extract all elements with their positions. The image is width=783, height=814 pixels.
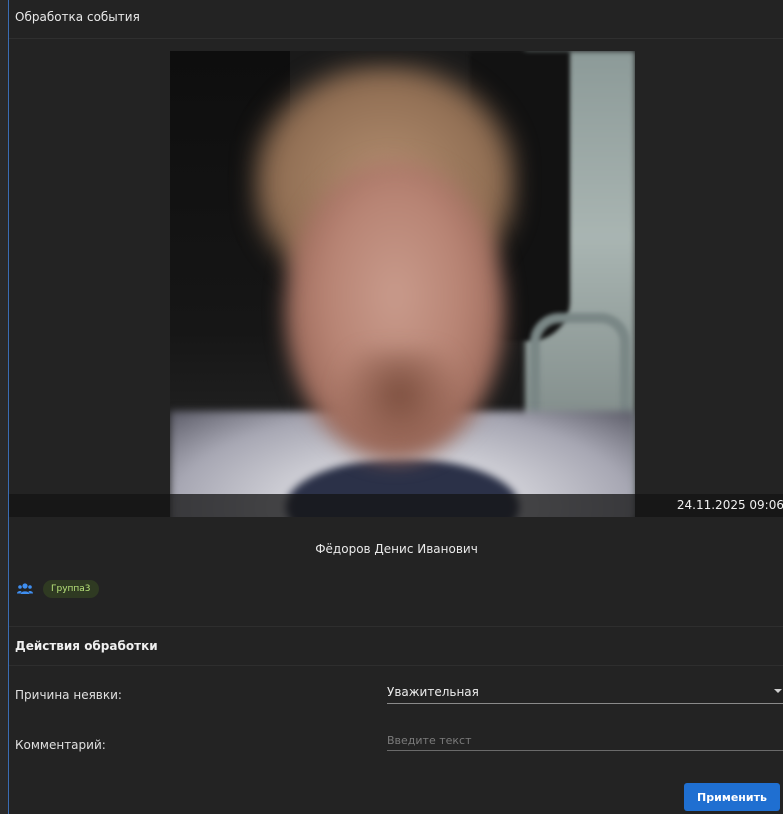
event-photo[interactable] [170, 51, 635, 517]
actions-title: Действия обработки [15, 639, 158, 653]
divider [9, 665, 783, 666]
person-name: Фёдоров Денис Иванович [315, 542, 478, 556]
group-row: Группа3 [17, 578, 99, 600]
comment-label: Комментарий: [15, 738, 106, 752]
left-gutter [0, 0, 8, 814]
timestamp-bar: 24.11.2025 09:06 [9, 494, 783, 517]
event-processing-panel: Обработка события 24.11.2025 09:06 Фёдор… [8, 0, 783, 814]
divider [9, 626, 783, 627]
panel-title: Обработка события [15, 10, 140, 24]
apply-button[interactable]: Применить [684, 783, 780, 811]
panel-header: Обработка события [9, 0, 783, 39]
users-icon [17, 583, 33, 594]
reason-label: Причина неявки: [15, 688, 122, 702]
reason-select-value: Уважительная [387, 685, 479, 699]
event-timestamp: 24.11.2025 09:06 [676, 498, 783, 512]
group-badge[interactable]: Группа3 [43, 580, 99, 598]
comment-input[interactable] [387, 730, 783, 751]
photo-beard [335, 351, 465, 461]
photo-area: 24.11.2025 09:06 [9, 39, 783, 517]
reason-select[interactable]: Уважительная [387, 682, 783, 704]
caret-down-icon [774, 689, 782, 693]
